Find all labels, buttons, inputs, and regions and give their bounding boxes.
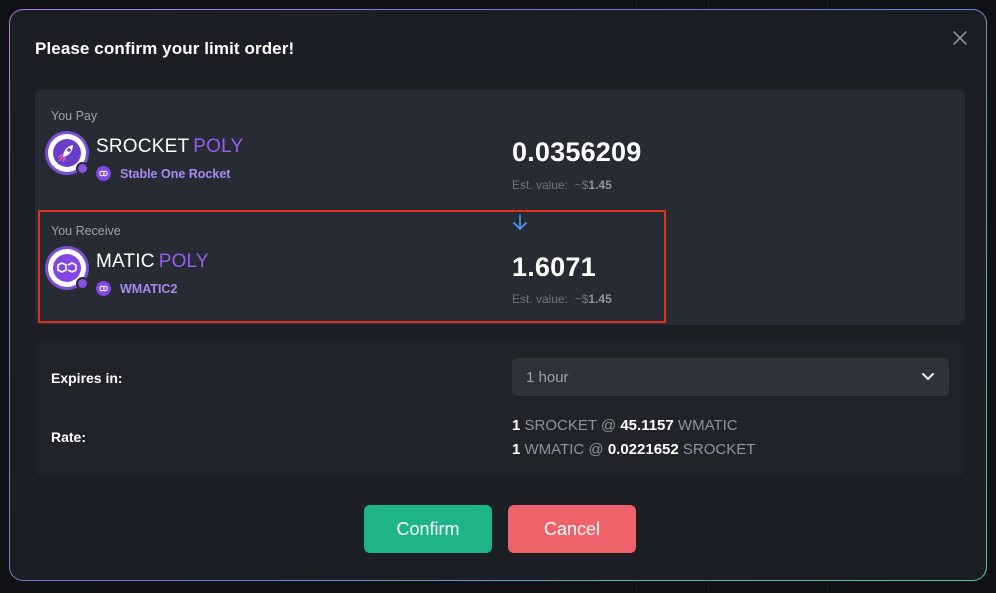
pay-est-value: Est. value: ~$1.45 <box>512 178 612 192</box>
chain-badge-icon <box>76 277 89 290</box>
modal-title: Please confirm your limit order! <box>35 39 295 58</box>
you-pay-label: You Pay <box>51 109 98 123</box>
rate-at: @ <box>600 417 617 434</box>
rate-line: 1 WMATIC @ 0.0221652 SROCKET <box>512 441 755 458</box>
cancel-button[interactable]: Cancel <box>508 505 636 553</box>
pay-est-prefix: Est. value: <box>512 178 569 192</box>
receive-token-name: MATIC POLY <box>96 251 209 273</box>
rate-quote: WMATIC <box>677 417 738 434</box>
confirm-limit-order-modal: Please confirm your limit order! You Pay… <box>9 9 987 581</box>
rate-base: SROCKET <box>524 417 597 434</box>
polygon-icon <box>96 281 111 296</box>
receive-est-amount: 1.45 <box>588 292 612 306</box>
receive-amount: 1.6071 <box>512 252 596 282</box>
rate-line: 1 SROCKET @ 45.1157 WMATIC <box>512 417 738 434</box>
receive-est-prefix: Est. value: <box>512 292 569 306</box>
receive-token-fullname-row: WMATIC2 <box>96 281 209 296</box>
rate-price: 45.1157 <box>620 417 674 434</box>
rate-quote: SROCKET <box>682 441 756 458</box>
order-details-card: Expires in: 1 hour Rate: 1 SROCKET @ 45.… <box>35 341 965 476</box>
you-receive-label: You Receive <box>51 224 121 238</box>
receive-token-fullname: WMATIC2 <box>120 281 178 296</box>
pay-est-amount: 1.45 <box>588 178 612 192</box>
pay-token-symbol: SROCKET <box>96 136 190 157</box>
rate-qty: 1 <box>512 441 521 458</box>
confirm-button[interactable]: Confirm <box>364 505 492 553</box>
chain-badge-icon <box>76 162 89 175</box>
pay-token-fullname: Stable One Rocket <box>120 166 231 181</box>
chevron-down-icon <box>921 368 935 386</box>
swap-summary-card: You Pay SROCKET POLY Stable One Rocket 0… <box>35 90 965 325</box>
polygon-icon <box>96 166 111 181</box>
rate-price: 0.0221652 <box>607 441 679 458</box>
receive-token-row: MATIC POLY WMATIC2 <box>48 249 209 296</box>
pay-amount: 0.0356209 <box>512 137 642 167</box>
rocket-token-icon <box>48 134 89 175</box>
pay-chain-label: POLY <box>193 136 244 157</box>
pay-token-name: SROCKET POLY <box>96 136 243 158</box>
expires-select[interactable]: 1 hour <box>512 358 949 396</box>
receive-est-tilde: ~$ <box>574 292 589 306</box>
close-icon[interactable] <box>950 28 970 48</box>
receive-token-symbol: MATIC <box>96 251 155 272</box>
expires-label: Expires in: <box>51 370 123 386</box>
pay-token-row: SROCKET POLY Stable One Rocket <box>48 134 243 181</box>
rate-base: WMATIC <box>524 441 585 458</box>
receive-est-value: Est. value: ~$1.45 <box>512 292 612 306</box>
receive-chain-label: POLY <box>158 251 209 272</box>
pay-est-tilde: ~$ <box>574 178 589 192</box>
rate-label: Rate: <box>51 429 87 445</box>
rate-at: @ <box>588 441 604 458</box>
expires-value: 1 hour <box>526 368 569 386</box>
pay-token-fullname-row: Stable One Rocket <box>96 166 243 181</box>
arrow-down-icon <box>512 213 528 233</box>
polygon-token-icon <box>48 249 89 290</box>
rate-qty: 1 <box>512 417 521 434</box>
